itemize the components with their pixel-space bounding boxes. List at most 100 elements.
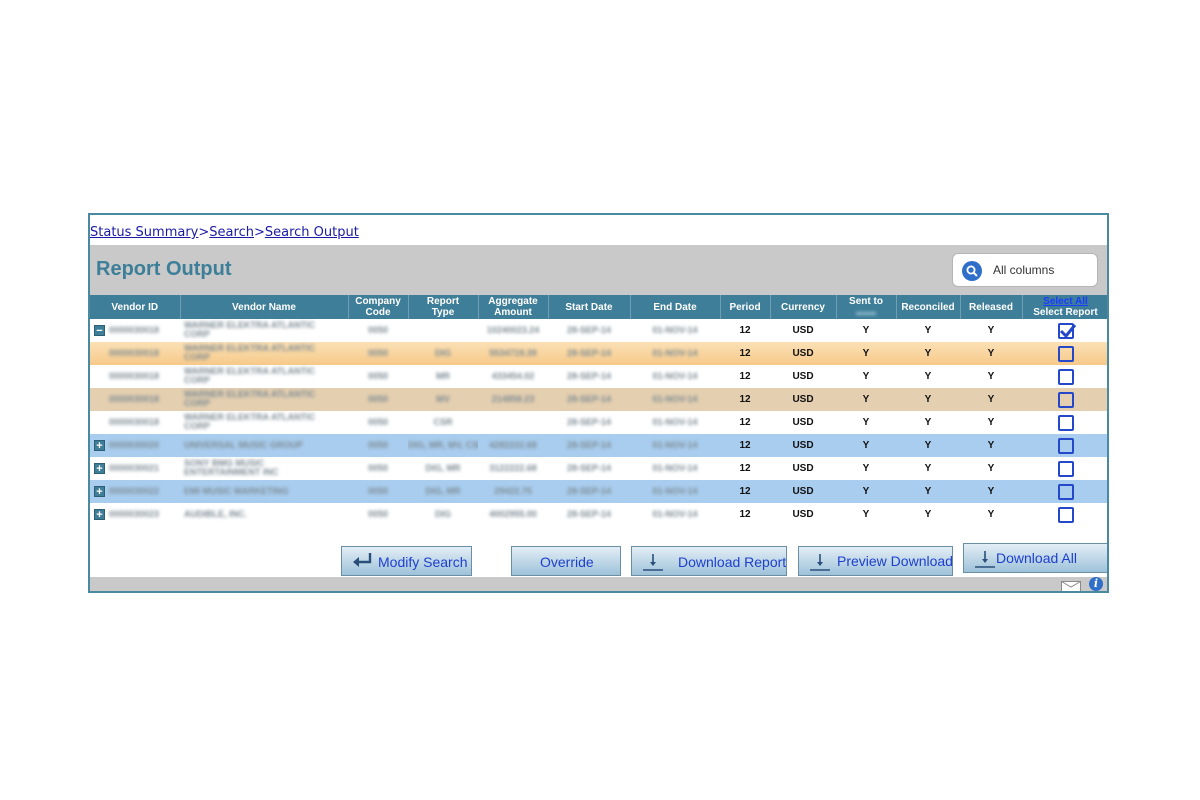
preview-download-button[interactable]: Preview Download [798, 546, 953, 576]
breadcrumb-search[interactable]: Search [209, 225, 254, 240]
cell-sent-to: Y [836, 319, 896, 342]
col-company-code[interactable]: Company Code [348, 295, 409, 319]
download-all-label: Download All [996, 550, 1077, 566]
cell-period: 12 [720, 411, 770, 434]
cell-vendor-id: +0000030022 [90, 480, 180, 503]
select-report-checkbox[interactable] [1057, 322, 1076, 339]
cell-end-date: 01-NOV-14 [630, 434, 720, 457]
download-icon [807, 551, 833, 576]
col-vendor-name[interactable]: Vendor Name [180, 295, 349, 319]
cell-company-code: 0050 [348, 365, 408, 388]
mail-icon[interactable] [1061, 579, 1081, 591]
select-report-checkbox[interactable] [1057, 391, 1074, 408]
table-row[interactable]: −0000030018 WARNER ELEKTRA ATLANTIC CORP 0… [90, 319, 1107, 342]
col-released[interactable]: Released [960, 295, 1023, 319]
cell-vendor-name: EMI MUSIC MARKETING [180, 480, 348, 503]
col-reconciled[interactable]: Reconciled [896, 295, 961, 319]
cell-company-code: 0050 [348, 457, 408, 480]
cell-released: Y [960, 365, 1022, 388]
column-search-box[interactable]: All columns [952, 253, 1098, 287]
cell-reconciled: Y [896, 480, 960, 503]
breadcrumb-status-summary[interactable]: Status Summary [90, 225, 198, 240]
cell-company-code: 0050 [348, 434, 408, 457]
cell-currency: USD [770, 342, 836, 365]
table-row[interactable]: +0000030023 AUDIBLE, INC. 0050 DIG 4002955.0… [90, 503, 1107, 526]
cell-start-date: 28-SEP-14 [548, 342, 630, 365]
search-icon[interactable] [962, 261, 982, 281]
cell-select [1022, 365, 1107, 388]
col-vendor-id[interactable]: Vendor ID [90, 295, 181, 319]
cell-select [1022, 411, 1107, 434]
col-period[interactable]: Period [720, 295, 771, 319]
title-bar: Report Output All columns [90, 245, 1107, 295]
download-report-button[interactable]: Download Report [631, 546, 787, 576]
select-report-checkbox[interactable] [1057, 368, 1074, 385]
collapse-toggle-icon[interactable]: − [94, 324, 105, 336]
table-row[interactable]: +0000030021 SONY BMG MUSIC ENTERTAINMENT … [90, 457, 1107, 480]
cell-end-date: 01-NOV-14 [630, 365, 720, 388]
cell-vendor-id: +0000030020 [90, 434, 180, 457]
expand-toggle-icon[interactable]: + [94, 439, 105, 451]
modify-search-label: Modify Search [378, 554, 468, 570]
cell-start-date: 28-SEP-14 [548, 480, 630, 503]
cell-sent-to: Y [836, 480, 896, 503]
cell-currency: USD [770, 503, 836, 526]
cell-period: 12 [720, 503, 770, 526]
table-row[interactable]: 0000030018 WARNER ELEKTRA ATLANTIC CORP 00… [90, 365, 1107, 388]
cell-start-date: 28-SEP-14 [548, 457, 630, 480]
download-report-label: Download Report [678, 554, 787, 570]
status-bar: i [90, 577, 1107, 591]
cell-start-date: 28-SEP-14 [548, 503, 630, 526]
cell-reconciled: Y [896, 457, 960, 480]
cell-select [1022, 388, 1107, 411]
select-report-checkbox[interactable] [1057, 483, 1074, 500]
col-currency[interactable]: Currency [770, 295, 837, 319]
col-start-date[interactable]: Start Date [548, 295, 631, 319]
cell-reconciled: Y [896, 411, 960, 434]
select-report-checkbox[interactable] [1057, 437, 1074, 454]
table-row[interactable]: +0000030020 UNIVERSAL MUSIC GROUP 0050 DIG,… [90, 434, 1107, 457]
cell-vendor-id: 0000030018 [90, 365, 180, 388]
expand-toggle-icon[interactable]: + [94, 508, 105, 520]
table-row[interactable]: +0000030022 EMI MUSIC MARKETING 0050 DIG, M… [90, 480, 1107, 503]
col-aggregate-amount[interactable]: Aggregate Amount [478, 295, 549, 319]
cell-end-date: 01-NOV-14 [630, 388, 720, 411]
expand-toggle-icon[interactable]: + [94, 462, 105, 474]
col-report-type[interactable]: Report Type [408, 295, 479, 319]
cell-aggregate-amount: 29422.75 [478, 480, 548, 503]
cell-select [1022, 503, 1107, 526]
download-all-button[interactable]: Download All [963, 543, 1107, 573]
select-all-link[interactable]: Select All [1023, 296, 1108, 307]
expand-toggle-icon[interactable]: + [94, 485, 105, 497]
col-end-date[interactable]: End Date [630, 295, 721, 319]
cell-report-type: DIG, MR [408, 457, 478, 480]
table-row[interactable]: 0000030018 WARNER ELEKTRA ATLANTIC CORP 00… [90, 342, 1107, 365]
info-icon[interactable]: i [1089, 577, 1103, 591]
cell-vendor-name: WARNER ELEKTRA ATLANTIC CORP [180, 411, 348, 434]
override-label: Override [540, 554, 594, 570]
select-report-checkbox[interactable] [1057, 460, 1074, 477]
cell-aggregate-amount: 4282222.68 [478, 434, 548, 457]
cell-company-code: 0050 [348, 342, 408, 365]
breadcrumb-search-output[interactable]: Search Output [265, 225, 359, 240]
select-report-checkbox[interactable] [1057, 345, 1074, 362]
cell-period: 12 [720, 434, 770, 457]
cell-end-date: 01-NOV-14 [630, 342, 720, 365]
cell-end-date: 01-NOV-14 [630, 457, 720, 480]
cell-sent-to: Y [836, 434, 896, 457]
table-row[interactable]: 0000030018 WARNER ELEKTRA ATLANTIC CORP 00… [90, 388, 1107, 411]
override-button[interactable]: Override [511, 546, 621, 576]
select-report-checkbox[interactable] [1057, 414, 1074, 431]
breadcrumb: Status Summary>Search>Search Output [90, 223, 359, 243]
table-row[interactable]: 0000030018 WARNER ELEKTRA ATLANTIC CORP 00… [90, 411, 1107, 434]
cell-released: Y [960, 388, 1022, 411]
cell-period: 12 [720, 480, 770, 503]
cell-sent-to: Y [836, 342, 896, 365]
col-sent-to[interactable]: Sent to ▬▬ [836, 295, 897, 319]
select-report-checkbox[interactable] [1057, 506, 1074, 523]
cell-company-code: 0050 [348, 480, 408, 503]
cell-aggregate-amount: 214858.23 [478, 388, 548, 411]
cell-company-code: 0050 [348, 503, 408, 526]
cell-aggregate-amount: 10240023.24 [478, 319, 548, 342]
modify-search-button[interactable]: Modify Search [341, 546, 472, 576]
